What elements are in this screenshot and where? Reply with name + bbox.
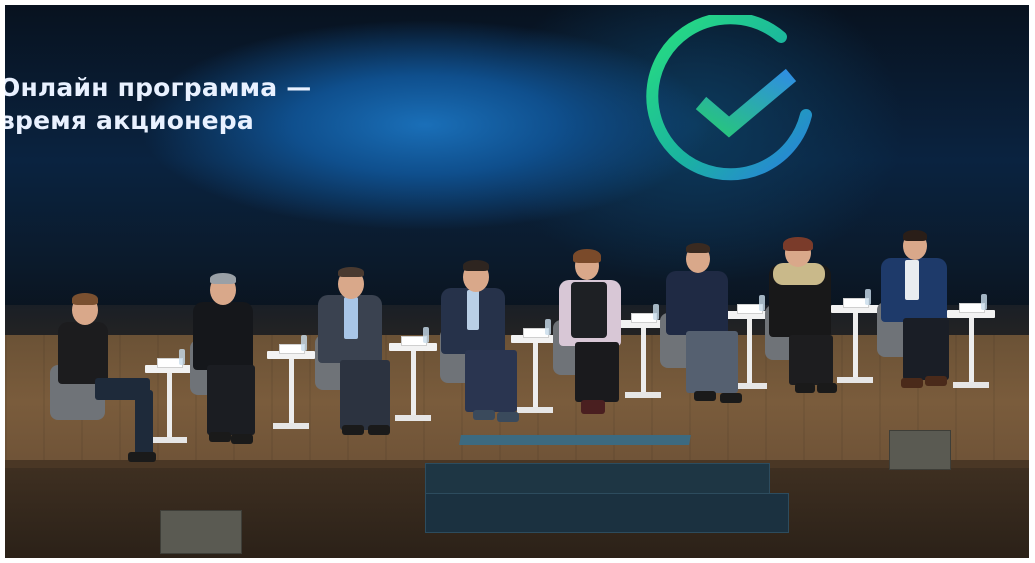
screen-title: Онлайн программа — время акционера: [5, 71, 311, 137]
floor-vent-right: [889, 430, 951, 470]
floor-light-strip: [459, 435, 691, 445]
stage-screen: Онлайн программа — время акционера: [5, 5, 1029, 350]
screen-title-line2: время акционера: [5, 106, 254, 135]
stage-step-upper: [425, 463, 770, 495]
floor-vent-left: [160, 510, 242, 554]
stage-step-lower: [425, 493, 789, 533]
photo-frame: Онлайн программа — время акционера: [5, 5, 1029, 558]
screen-title-line1: Онлайн программа —: [5, 73, 312, 102]
checkmark-circle-logo-icon: [646, 15, 812, 181]
